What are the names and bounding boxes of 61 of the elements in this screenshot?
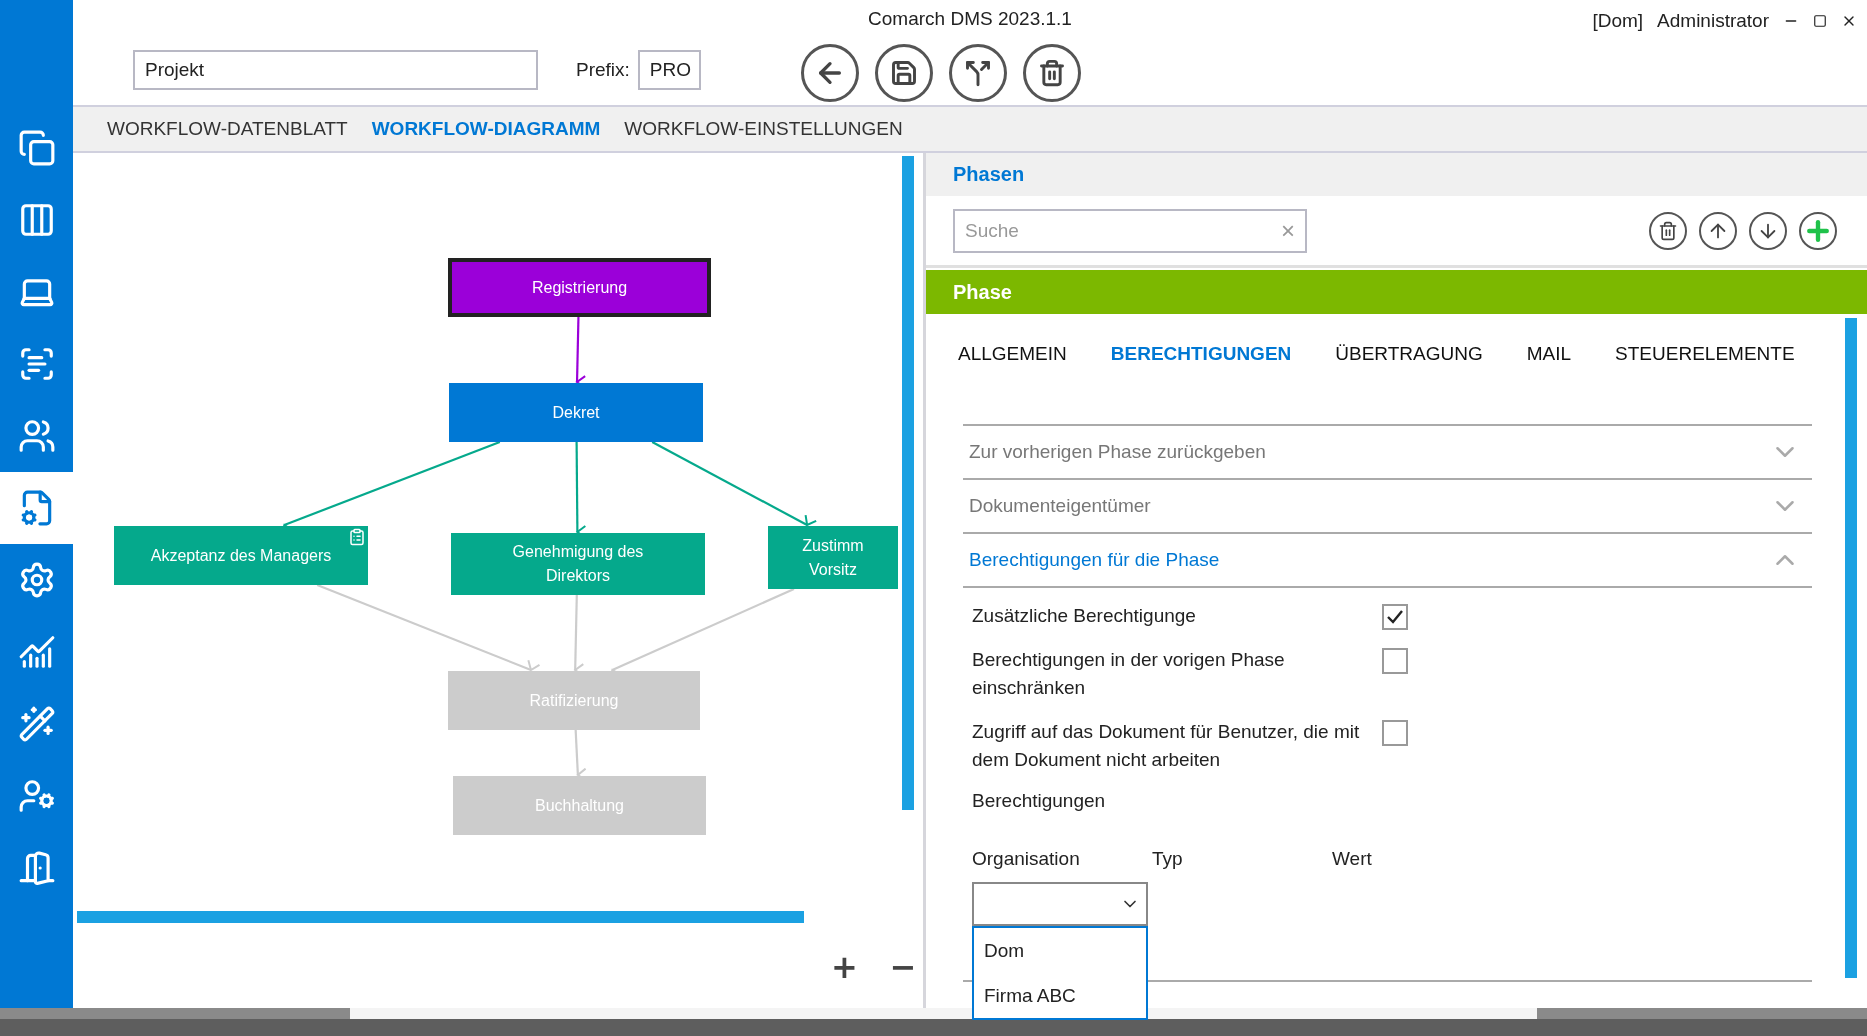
workflow-node[interactable]: Registrierung xyxy=(448,258,711,317)
option-label: Zusätzliche Berechtigunge xyxy=(972,604,1197,628)
add-button[interactable] xyxy=(1799,211,1837,250)
save-button[interactable] xyxy=(874,44,933,102)
accordion-header[interactable]: Dokumenteigentümer xyxy=(963,478,1812,532)
tab[interactable]: ALLGEMEIN xyxy=(958,342,1067,366)
name-field[interactable]: Projekt xyxy=(133,50,538,90)
window-title: Comarch DMS 2023.1.1 xyxy=(868,8,1072,30)
section-label: Berechtigungen xyxy=(972,790,1107,812)
workflow-node[interactable]: Dekret xyxy=(449,383,703,442)
accordion-header[interactable]: Berechtigungen für die Phase xyxy=(963,532,1812,586)
scrollbar[interactable] xyxy=(77,911,804,923)
column-header: Wert xyxy=(1332,848,1373,870)
clipboard-icon xyxy=(348,528,366,546)
user-name: Administrator xyxy=(1657,10,1769,32)
accordion-header[interactable]: Zur vorherigen Phase zurückgeben xyxy=(963,424,1812,478)
move-up-button[interactable] xyxy=(1699,211,1737,250)
checkbox[interactable] xyxy=(1382,604,1408,630)
zoom-out-button[interactable]: − xyxy=(883,948,923,986)
trash-icon xyxy=(1658,220,1678,241)
checkmark-icon xyxy=(1386,609,1404,625)
maximize-icon[interactable] xyxy=(1813,14,1827,28)
tab[interactable]: MAIL xyxy=(1526,342,1572,366)
door-icon xyxy=(17,849,56,887)
user-gear-icon xyxy=(17,777,56,815)
checkbox[interactable] xyxy=(1382,648,1408,674)
delete-button[interactable] xyxy=(1649,211,1687,250)
tab[interactable]: BERECHTIGUNGEN xyxy=(1110,342,1292,366)
tab[interactable]: WORKFLOW-DIAGRAMM xyxy=(371,118,601,140)
tab[interactable]: WORKFLOW-EINSTELLUNGEN xyxy=(624,118,903,140)
prefix-field[interactable]: PRO xyxy=(637,50,701,90)
scrollbar[interactable] xyxy=(902,156,914,810)
zoom-in-button[interactable]: + xyxy=(825,948,864,986)
column-header: Organisation xyxy=(972,848,1081,870)
panel-title: Phasen xyxy=(926,153,1867,196)
tab[interactable]: STEUERELEMENTE xyxy=(1615,342,1795,366)
tab[interactable]: WORKFLOW-DATENBLATT xyxy=(107,118,348,140)
split-icon xyxy=(963,59,992,87)
prefix-label: Prefix: xyxy=(576,59,630,81)
tab[interactable]: ÜBERTRAGUNG xyxy=(1335,342,1483,366)
move-down-button[interactable] xyxy=(1749,211,1787,250)
option-label: Berechtigungen in der vorigen Phase einschränken xyxy=(972,648,1286,700)
sidebar-item[interactable] xyxy=(0,472,73,544)
save-icon xyxy=(889,59,918,87)
magic-wand-icon xyxy=(17,705,56,743)
option-label: Zugriff auf das Dokument für Benutzer, die mit dem Dokument nicht arbeiten xyxy=(972,720,1361,772)
pages-icon xyxy=(17,129,56,167)
domain-label: [Dom] xyxy=(1592,10,1644,32)
back-button[interactable] xyxy=(800,44,859,102)
organisation-dropdown[interactable] xyxy=(972,882,1148,926)
column-header: Typ xyxy=(1152,848,1184,870)
delete-button[interactable] xyxy=(1022,44,1081,102)
section-header: Phase xyxy=(926,270,1867,314)
chart-icon xyxy=(17,633,56,671)
dropdown-option[interactable]: Dom xyxy=(974,928,1146,973)
dropdown-option[interactable]: Firma ABC xyxy=(974,973,1146,1018)
split-button[interactable] xyxy=(948,44,1007,102)
trash-icon xyxy=(1037,59,1066,87)
users-icon xyxy=(17,417,56,455)
checkbox[interactable] xyxy=(1382,720,1408,746)
scrollbar[interactable] xyxy=(1845,318,1857,978)
